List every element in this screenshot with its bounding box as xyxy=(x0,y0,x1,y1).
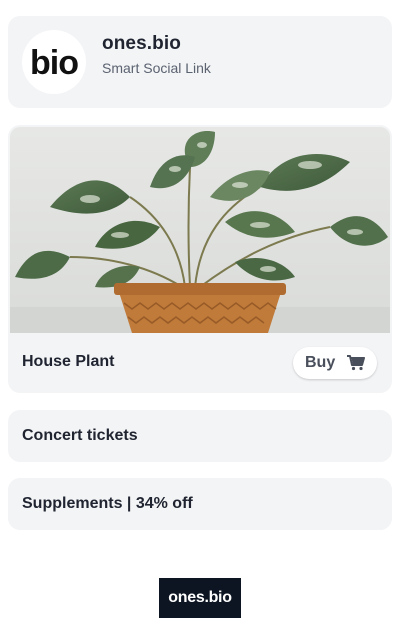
product-card[interactable]: House Plant Buy xyxy=(8,125,392,393)
product-title: House Plant xyxy=(22,353,115,370)
shopping-cart-icon xyxy=(347,355,365,371)
link-concert-tickets[interactable]: Concert tickets xyxy=(8,410,392,462)
link-label: Concert tickets xyxy=(22,427,138,444)
footer-logo-text: ones.bio xyxy=(168,589,232,606)
link-supplements[interactable]: Supplements | 34% off xyxy=(8,478,392,530)
product-image[interactable] xyxy=(10,127,390,333)
footer-logo[interactable]: ones.bio xyxy=(159,578,241,618)
avatar: bio xyxy=(22,30,86,94)
profile-name: ones.bio xyxy=(102,33,181,54)
link-label: Supplements | 34% off xyxy=(22,495,193,512)
bio-logo-icon: bio xyxy=(30,44,79,82)
avatar-text: bio xyxy=(30,44,78,82)
buy-button[interactable]: Buy xyxy=(293,347,377,379)
potted-plant-photo-icon xyxy=(10,127,390,333)
buy-button-label: Buy xyxy=(305,354,336,371)
profile-card: bio ones.bio Smart Social Link xyxy=(8,16,392,108)
profile-subtitle: Smart Social Link xyxy=(102,60,211,76)
